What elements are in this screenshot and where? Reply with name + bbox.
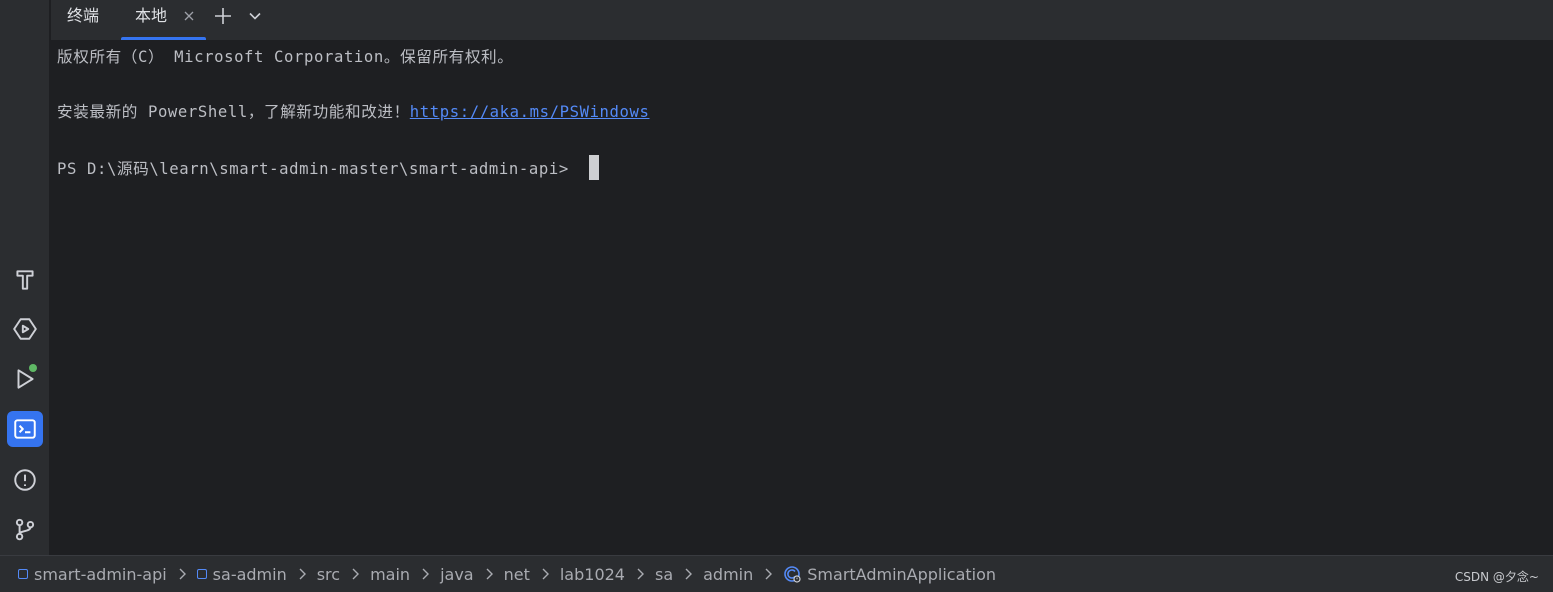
- shell-prompt: PS D:\源码\learn\smart-admin-master\smart-…: [57, 160, 579, 178]
- git-branch-icon[interactable]: [7, 511, 43, 547]
- prompt-line: PS D:\源码\learn\smart-admin-master\smart-…: [57, 155, 599, 180]
- terminal-output[interactable]: 版权所有（C） Microsoft Corporation。保留所有权利。 安装…: [51, 41, 1553, 555]
- spring-class-icon: [784, 566, 801, 583]
- breadcrumb-item[interactable]: smart-admin-api: [18, 565, 167, 584]
- chevron-right-icon: [685, 568, 693, 580]
- chevron-right-icon: [637, 568, 644, 580]
- problems-icon[interactable]: [7, 462, 43, 498]
- breadcrumb-item[interactable]: src: [317, 565, 340, 584]
- close-icon[interactable]: [183, 10, 195, 22]
- tool-window-sidebar: [0, 0, 50, 555]
- breadcrumb-item[interactable]: java: [440, 565, 474, 584]
- chevron-right-icon: [299, 568, 306, 580]
- chevron-right-icon: [542, 568, 549, 580]
- install-hint-text: 安装最新的 PowerShell，了解新功能和改进！: [57, 103, 410, 121]
- install-hint-line: 安装最新的 PowerShell，了解新功能和改进！https://aka.ms…: [57, 100, 650, 122]
- build-hammer-icon[interactable]: [7, 262, 43, 298]
- module-icon: [196, 569, 207, 579]
- status-bar: smart-admin-api sa-admin src main java n…: [0, 555, 1553, 592]
- breadcrumb-label: SmartAdminApplication: [807, 564, 997, 584]
- breadcrumb-item[interactable]: admin: [703, 565, 753, 584]
- breadcrumb-label: net: [503, 564, 530, 584]
- terminal-icon[interactable]: [7, 411, 43, 447]
- chevron-right-icon: [486, 568, 493, 580]
- services-icon[interactable]: [7, 311, 43, 347]
- breadcrumb-item[interactable]: SmartAdminApplication: [783, 565, 996, 584]
- breadcrumb-item[interactable]: main: [370, 565, 410, 584]
- terminal-tabbar: 终端 本地: [51, 0, 1553, 41]
- chevron-down-icon[interactable]: [247, 8, 263, 24]
- tab-local[interactable]: 本地: [121, 0, 206, 40]
- breadcrumb-label: main: [370, 564, 411, 584]
- tab-local-label: 本地: [135, 6, 168, 25]
- chevron-right-icon: [765, 568, 773, 580]
- run-status-dot: [29, 364, 37, 372]
- text-cursor: [588, 155, 599, 180]
- terminal-window-title: 终端: [67, 6, 100, 25]
- chevron-right-icon: [179, 568, 186, 580]
- breadcrumb-item[interactable]: net: [504, 565, 530, 584]
- breadcrumb-label: smart-admin-api: [34, 564, 167, 584]
- pswindows-link[interactable]: https://aka.ms/PSWindows: [410, 103, 650, 121]
- breadcrumb-item[interactable]: sa: [655, 565, 673, 584]
- breadcrumb-label: sa: [654, 564, 674, 584]
- breadcrumb-item[interactable]: sa-admin: [196, 564, 287, 584]
- breadcrumb-label: src: [316, 564, 341, 584]
- breadcrumb-label: lab1024: [559, 564, 625, 584]
- breadcrumb-label: sa-admin: [212, 564, 287, 584]
- breadcrumb-label: admin: [703, 564, 754, 584]
- csdn-watermark: CSDN @夕念~: [1454, 570, 1539, 584]
- breadcrumb-item[interactable]: lab1024: [560, 565, 625, 584]
- breadcrumb-label: java: [440, 564, 474, 584]
- copyright-line: 版权所有（C） Microsoft Corporation。保留所有权利。: [57, 48, 514, 66]
- chevron-right-icon: [422, 568, 430, 580]
- plus-icon[interactable]: [213, 6, 233, 26]
- active-tab-indicator: [121, 37, 206, 40]
- chevron-right-icon: [352, 568, 360, 580]
- run-icon[interactable]: [7, 361, 43, 397]
- module-icon: [18, 569, 28, 579]
